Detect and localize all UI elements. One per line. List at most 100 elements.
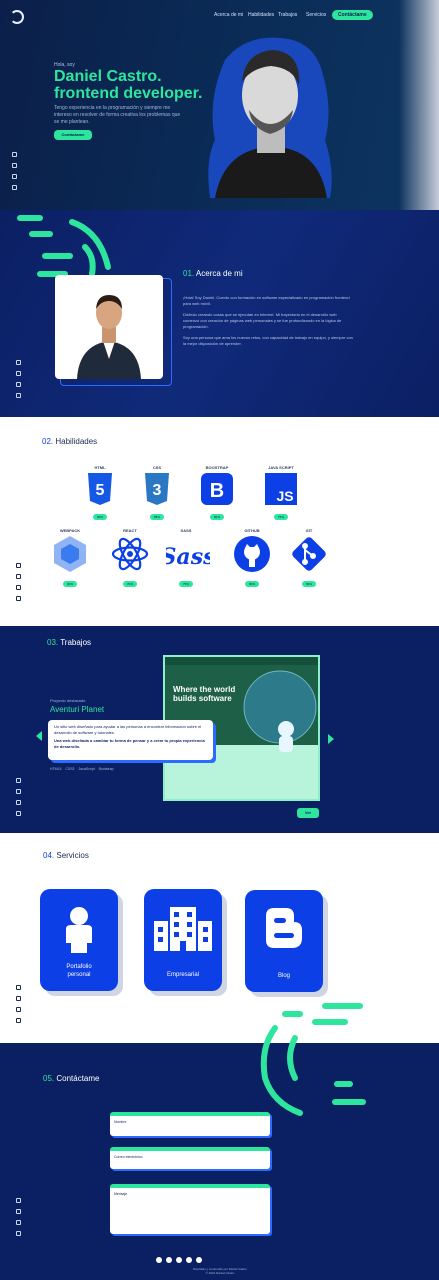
name-field[interactable]: Nombre <box>110 1112 270 1136</box>
skill-percent: 80% <box>209 514 224 520</box>
twitter-icon[interactable] <box>166 1257 172 1263</box>
linkedin-icon[interactable] <box>16 563 21 568</box>
service-name: Blog <box>245 972 323 980</box>
service-name-line: Blog <box>277 973 290 979</box>
astronaut-icon <box>278 721 294 752</box>
skill-css: CSS 3 85% <box>137 465 177 523</box>
works-heading: 03. Trabajos <box>47 638 91 647</box>
linkedin-icon[interactable] <box>12 152 17 157</box>
view-project-button[interactable]: Ver <box>297 808 319 818</box>
skill-name: JAVA SCRIPT <box>268 465 294 470</box>
github-icon[interactable] <box>16 800 21 805</box>
nav-contact-button[interactable]: Contáctame <box>332 10 373 20</box>
instagram-icon[interactable] <box>16 596 21 601</box>
nav-item-skills[interactable]: Habilidades <box>248 12 274 18</box>
github-icon[interactable] <box>16 1220 21 1225</box>
hero-description: Tengo experiencia en la programación y s… <box>54 105 181 125</box>
svg-text:JS: JS <box>276 488 293 504</box>
react-icon <box>111 537 149 571</box>
skill-react: REACT 70% <box>110 528 150 590</box>
twitter-icon[interactable] <box>16 789 21 794</box>
skill-percent: 85% <box>149 514 164 520</box>
twitter-icon[interactable] <box>16 996 21 1001</box>
instagram-icon[interactable] <box>196 1257 202 1263</box>
linkedin-icon[interactable] <box>16 985 21 990</box>
social-sidebar <box>12 152 17 190</box>
contact-heading: 05. Contáctame <box>43 1074 100 1083</box>
skill-name: GIT <box>305 528 313 533</box>
hero-title: Daniel Castro. frontend developer. <box>54 68 202 102</box>
social-sidebar <box>16 1198 21 1236</box>
instagram-icon[interactable] <box>16 1231 21 1236</box>
skill-percent: 60% <box>62 581 77 587</box>
about-heading-number: 01. <box>183 269 195 278</box>
services-heading-text: Servicios <box>56 851 89 860</box>
sass-icon: Sass <box>166 544 210 570</box>
footer-copyright: © 2021 Daniel Castro <box>205 1271 235 1275</box>
nav-item-about[interactable]: Acerca de mi <box>214 12 243 18</box>
hero-contact-button[interactable]: Contáctame <box>54 130 92 140</box>
person-icon <box>66 907 92 953</box>
preview-navbar <box>165 657 318 665</box>
skills-heading: 02. Habilidades <box>42 437 97 446</box>
about-paragraph: Disfruto creando cosas que se ejecutan e… <box>183 312 342 329</box>
skills-heading-text: Habilidades <box>55 437 98 446</box>
linkedin-icon[interactable] <box>16 778 21 783</box>
instagram-icon[interactable] <box>12 185 17 190</box>
github-icon[interactable] <box>16 585 21 590</box>
github-icon[interactable] <box>12 174 17 179</box>
skill-html: HTML 5 90% <box>80 465 120 523</box>
message-field-label: Mensaje <box>114 1192 128 1196</box>
service-card-blog[interactable]: Blog <box>245 890 323 992</box>
message-field[interactable]: Mensaje <box>110 1184 270 1234</box>
twitter-icon[interactable] <box>16 574 21 579</box>
skill-sass: SASS Sass 75% <box>166 528 210 590</box>
twitter-icon[interactable] <box>12 163 17 168</box>
about-paragraph: Soy una persona que ama los nuevos retos… <box>183 335 353 346</box>
service-card-portfolio[interactable]: Portafolio personal <box>40 889 118 991</box>
linkedin-icon[interactable] <box>16 1198 21 1203</box>
services-heading: 04. Servicios <box>43 851 89 860</box>
hero-portrait-image <box>208 37 332 198</box>
css3-icon: 3 <box>145 473 169 505</box>
project-description: Un sitio web diseñado para ayudar a las … <box>54 724 202 735</box>
footer-credits: Diseñado y construido por Daniel Castro … <box>140 1267 300 1275</box>
bootstrap-icon: B <box>201 473 233 505</box>
instagram-icon[interactable] <box>16 393 21 398</box>
instagram-icon[interactable] <box>16 811 21 816</box>
project-tech-list: HTML5 CSS3 JavaScript Bootstrap <box>50 767 114 771</box>
name-field-label: Nombre <box>114 1120 127 1124</box>
github-icon[interactable] <box>16 1007 21 1012</box>
nav-item-services[interactable]: Servicios <box>306 12 326 18</box>
skill-name: GITHUB <box>244 528 260 533</box>
email-field[interactable]: Correo electrónico <box>110 1147 270 1169</box>
about-text-block: ¡Hola! Soy Daniel. Cuento con formación … <box>183 295 353 347</box>
youtube-icon[interactable] <box>186 1257 192 1263</box>
works-heading-text: Trabajos <box>60 638 92 647</box>
service-name-line: Empresarial <box>166 972 199 978</box>
facebook-icon[interactable] <box>176 1257 182 1263</box>
twitter-icon[interactable] <box>16 371 21 376</box>
skill-percent: 75% <box>273 514 288 520</box>
social-sidebar <box>16 985 21 1023</box>
instagram-icon[interactable] <box>16 1018 21 1023</box>
carousel-next-icon[interactable] <box>328 734 334 744</box>
javascript-icon: JS <box>265 473 297 505</box>
skill-bootstrap: BOOSTRAP B 80% <box>197 465 237 523</box>
about-heading-text: Acerca de mi <box>195 269 243 278</box>
skill-name: CSS <box>152 465 162 470</box>
twitter-icon[interactable] <box>16 1209 21 1214</box>
logo-icon[interactable] <box>10 10 24 24</box>
linkedin-icon[interactable] <box>156 1257 162 1263</box>
service-card-business[interactable]: Empresarial <box>144 889 222 991</box>
contact-heading-text: Contáctame <box>56 1074 100 1083</box>
carousel-prev-icon[interactable] <box>36 731 42 741</box>
nav-item-works[interactable]: Trabajos <box>278 12 297 18</box>
hero-name-line: Daniel Castro. <box>54 68 162 85</box>
about-heading: 01. Acerca de mi <box>183 269 243 278</box>
skill-name: HTML <box>94 465 106 470</box>
project-kicker: Proyecto destacado <box>50 698 86 703</box>
linkedin-icon[interactable] <box>16 360 21 365</box>
github-icon[interactable] <box>16 382 21 387</box>
about-paragraph: ¡Hola! Soy Daniel. Cuento con formación … <box>183 295 350 306</box>
